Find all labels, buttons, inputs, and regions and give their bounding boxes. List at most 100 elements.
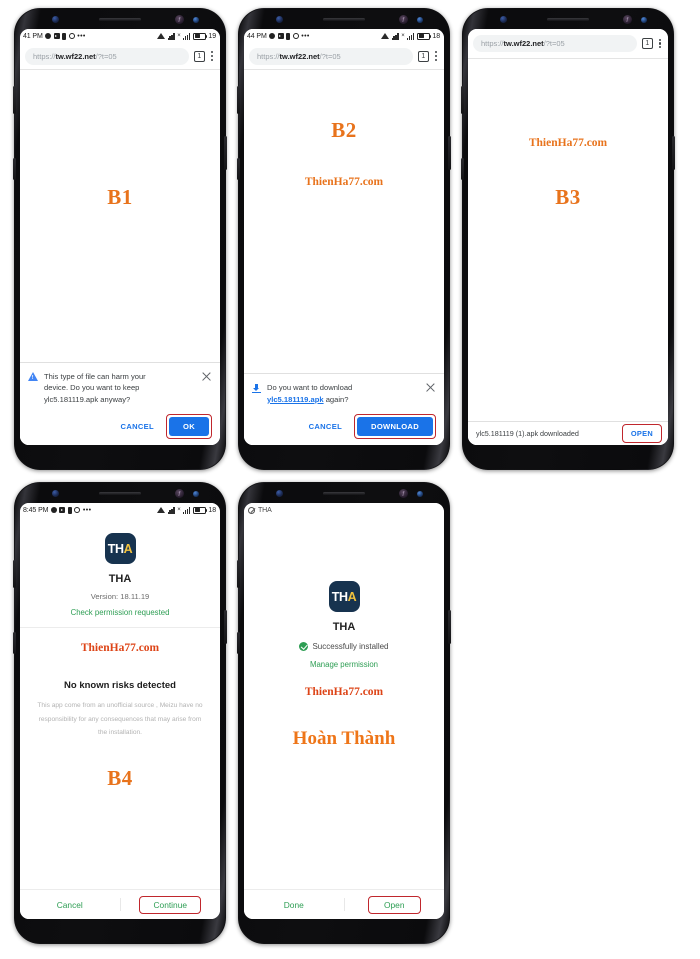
battery-small-icon — [67, 506, 72, 514]
bixby-button[interactable] — [237, 158, 240, 180]
battery-icon — [416, 32, 432, 40]
step-watermark-wrap: B4 — [20, 766, 220, 791]
tab-switcher-button[interactable]: 1 — [193, 50, 205, 62]
risk-title: No known risks detected — [64, 680, 176, 691]
top-spacer — [244, 517, 444, 581]
phone-mockup-b4: ƒ 8:45 PM ••• × 18 TH A THA Version: 18.… — [13, 482, 227, 944]
front-camera-icon — [52, 16, 59, 23]
power-button[interactable] — [224, 136, 227, 170]
browser-toolbar: https://tw.wf22.net/?t=05 1 — [20, 43, 220, 70]
signal-icon-1 — [167, 32, 175, 40]
file-link[interactable]: ylc5.181119.apk — [267, 395, 324, 404]
cancel-button[interactable]: Cancel — [20, 900, 120, 910]
address-bar[interactable]: https://tw.wf22.net/?t=05 — [249, 47, 413, 65]
phone-top-bezel: ƒ — [238, 8, 450, 29]
overflow-menu-icon[interactable] — [658, 38, 662, 49]
address-bar[interactable]: https://tw.wf22.net/?t=05 — [473, 35, 637, 52]
signal-icon-2 — [183, 506, 191, 514]
installer-actions: Done Open — [244, 889, 444, 919]
url-path: /?t=05 — [319, 51, 341, 61]
app-title: THA — [108, 573, 132, 585]
more-icon: ••• — [301, 32, 310, 40]
open-button[interactable]: OPEN — [625, 427, 659, 440]
proximity-sensor-icon — [417, 17, 423, 23]
bixby-button[interactable] — [461, 158, 464, 180]
signal-divider-icon: × — [177, 32, 181, 39]
app-version: Version: 18.11.19 — [90, 592, 150, 601]
continue-button[interactable]: Continue — [142, 899, 198, 911]
overflow-menu-icon[interactable] — [210, 51, 214, 61]
tutorial-board: ƒ 41 PM ••• × 19 https:// tw.wf22.net /?… — [0, 0, 700, 959]
proximity-sensor-icon — [641, 17, 647, 23]
status-bar: THA — [244, 503, 444, 517]
done-button[interactable]: Done — [244, 900, 344, 910]
install-status-text: Successfully installed — [312, 642, 389, 651]
power-button[interactable] — [448, 136, 451, 170]
bixby-button[interactable] — [13, 158, 16, 180]
tab-switcher-button[interactable]: 1 — [417, 50, 429, 62]
phone-mockup-b1: ƒ 41 PM ••• × 19 https:// tw.wf22.net /?… — [13, 8, 227, 470]
tab-switcher-button[interactable]: 1 — [641, 38, 653, 49]
warning-message: This type of file can harm your device. … — [44, 371, 195, 405]
status-bar: 41 PM ••• × 19 — [20, 29, 220, 43]
phone-top-bezel: ƒ — [14, 482, 226, 503]
open-button[interactable]: Open — [371, 899, 418, 911]
open-wrap: Open — [345, 895, 445, 914]
phone-screen: 41 PM ••• × 19 https:// tw.wf22.net /?t=… — [20, 29, 220, 445]
site-watermark: ThienHa77.com — [304, 176, 384, 188]
web-content: B1 This type of file can harm your devic… — [20, 70, 220, 445]
earpiece-speaker — [323, 18, 365, 21]
done-watermark: Hoàn Thành — [292, 728, 396, 749]
bixby-button[interactable] — [13, 632, 16, 654]
section-divider — [20, 627, 220, 628]
overflow-menu-icon[interactable] — [434, 51, 438, 61]
risk-line-2: responsibility for any consequences that… — [38, 715, 202, 723]
proximity-sensor-icon — [193, 491, 199, 497]
bixby-button[interactable] — [237, 632, 240, 654]
download-button[interactable]: DOWNLOAD — [357, 417, 433, 436]
more-icon: ••• — [82, 506, 92, 514]
address-bar[interactable]: https://tw.wf22.net/?t=05 — [25, 47, 189, 65]
volume-up-button[interactable] — [237, 560, 240, 588]
risk-section: No known risks detected This app come fr… — [20, 680, 220, 740]
earpiece-speaker — [323, 492, 365, 495]
url-path: /?t=05 — [543, 39, 565, 48]
app-icon: TH A — [328, 581, 360, 612]
browser-toolbar: https://tw.wf22.net/?t=05 1 — [244, 43, 444, 70]
phone-mockup-b3: ƒ https://tw.wf22.net/?t=05 1 ThienHa77.… — [461, 8, 675, 470]
step-watermark: B1 — [107, 185, 133, 209]
notification-app-label: THA — [258, 506, 272, 514]
battery-percent: 19 — [208, 32, 216, 40]
warning-line-3: ylc5.181119.apk anyway? — [44, 394, 131, 404]
permission-link[interactable]: Check permission requested — [71, 608, 170, 617]
volume-up-button[interactable] — [13, 560, 16, 588]
ok-button[interactable]: OK — [169, 417, 209, 436]
risk-line-1: This app come from an unofficial source … — [37, 702, 203, 709]
volume-up-button[interactable] — [237, 86, 240, 114]
phone-mockup-done: ƒ THA TH A THA Successfully installed Ma… — [237, 482, 451, 944]
url-scheme: https:// — [33, 51, 56, 61]
cancel-button[interactable]: CANCEL — [303, 419, 348, 434]
volume-up-button[interactable] — [13, 86, 16, 114]
site-watermark-wrap: ThienHa77.com — [20, 638, 220, 656]
download-warning-infobar: This type of file can harm your device. … — [20, 361, 220, 445]
power-button[interactable] — [672, 136, 675, 170]
installer-actions: Cancel Continue — [20, 889, 220, 919]
package-installer: TH A THA Successfully installed Manage pe… — [244, 517, 444, 919]
phone-mockup-b2: ƒ 44 PM ••• × 18 https:// tw.wf22.net /?… — [237, 8, 451, 470]
proximity-sensor-icon — [417, 491, 423, 497]
url-host: tw.wf22.net — [279, 51, 320, 61]
close-icon[interactable] — [201, 371, 212, 382]
manage-permission-link[interactable]: Manage permission — [310, 660, 378, 669]
volume-up-button[interactable] — [461, 86, 464, 114]
wifi-icon — [157, 33, 165, 39]
iris-scanner-icon: ƒ — [399, 489, 408, 498]
close-icon[interactable] — [425, 382, 436, 393]
iris-scanner-icon: ƒ — [623, 15, 632, 24]
power-button[interactable] — [448, 610, 451, 644]
app-title: THA — [332, 621, 356, 633]
power-button[interactable] — [224, 610, 227, 644]
cancel-button[interactable]: CANCEL — [115, 419, 160, 434]
status-bar: 44 PM ••• × 18 — [244, 29, 444, 43]
clock: 8:45 PM — [23, 506, 49, 514]
